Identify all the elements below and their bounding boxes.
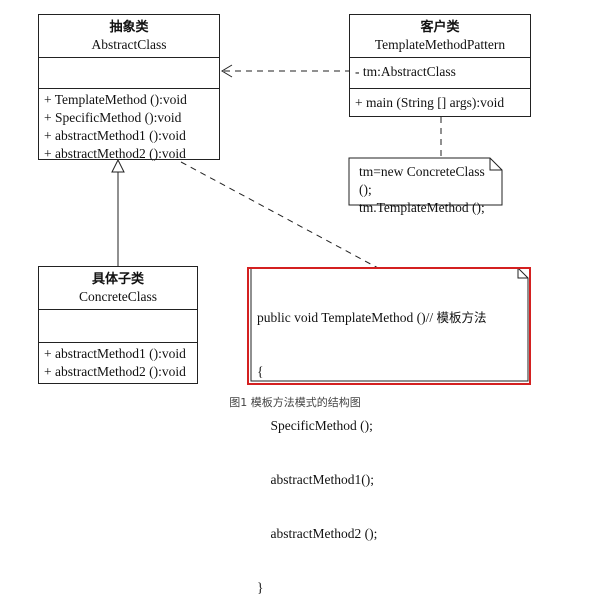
attribute-tm: - tm:AbstractClass [355, 64, 456, 79]
client-note-line-1: tm=new ConcreteClass (); [359, 164, 485, 197]
template-note-signature-line: public void TemplateMethod ()// 模板方法 [257, 309, 527, 327]
abstract-class-box: 抽象类 AbstractClass + TemplateMethod ():vo… [38, 14, 220, 163]
client-class-name-en: TemplateMethodPattern [374, 37, 506, 52]
concrete-class-header: 具体子类 ConcreteClass [39, 267, 197, 310]
client-class-name-cn: 客户类 [420, 20, 460, 35]
template-note-line-close-brace: } [257, 580, 264, 595]
template-note-line-abstract-2: abstractMethod2 (); [257, 526, 378, 541]
operation-abstract-method-1: + abstractMethod1 ():void [44, 346, 186, 361]
abstract-class-name-en: AbstractClass [91, 37, 167, 52]
abstract-class-attributes [39, 58, 219, 89]
operation-specific-method: + SpecificMethod ():void [44, 110, 182, 125]
abstract-class-header: 抽象类 AbstractClass [39, 15, 219, 58]
concrete-class-name-cn: 具体子类 [91, 272, 144, 287]
client-class-attributes: - tm:AbstractClass [350, 58, 530, 89]
template-note-line-open-brace: { [257, 364, 264, 379]
client-class-box: 客户类 TemplateMethodPattern - tm:AbstractC… [349, 14, 531, 117]
template-note-line-specific: SpecificMethod (); [257, 418, 373, 433]
operation-template-method: + TemplateMethod ():void [44, 92, 187, 107]
template-method-note: public void TemplateMethod ()// 模板方法 { S… [251, 268, 527, 595]
operation-abstract-method-1: + abstractMethod1 ():void [44, 128, 186, 143]
abstract-class-operations: + TemplateMethod ():void + SpecificMetho… [39, 89, 219, 163]
client-note: tm=new ConcreteClass (); tm.TemplateMeth… [349, 158, 499, 215]
concrete-class-box: 具体子类 ConcreteClass + abstractMethod1 ():… [38, 266, 198, 384]
concrete-class-name-en: ConcreteClass [79, 289, 157, 304]
figure-caption: 图1 模板方法模式的结构图 [229, 396, 361, 409]
operation-abstract-method-2: + abstractMethod2 ():void [44, 146, 186, 161]
client-note-line-2: tm.TemplateMethod (); [359, 200, 485, 215]
template-note-comment: 模板方法 [436, 310, 487, 325]
concrete-class-operations: + abstractMethod1 ():void + abstractMeth… [39, 343, 197, 381]
operation-abstract-method-2: + abstractMethod2 ():void [44, 364, 186, 379]
client-class-operations: + main (String [] args):void [350, 89, 530, 112]
operation-main: + main (String [] args):void [355, 95, 505, 110]
concrete-class-attributes [39, 310, 197, 343]
template-note-line-abstract-1: abstractMethod1(); [257, 472, 374, 487]
client-class-header: 客户类 TemplateMethodPattern [350, 15, 530, 58]
template-note-signature: public void TemplateMethod ()// [257, 310, 437, 325]
abstract-class-name-cn: 抽象类 [109, 20, 149, 35]
